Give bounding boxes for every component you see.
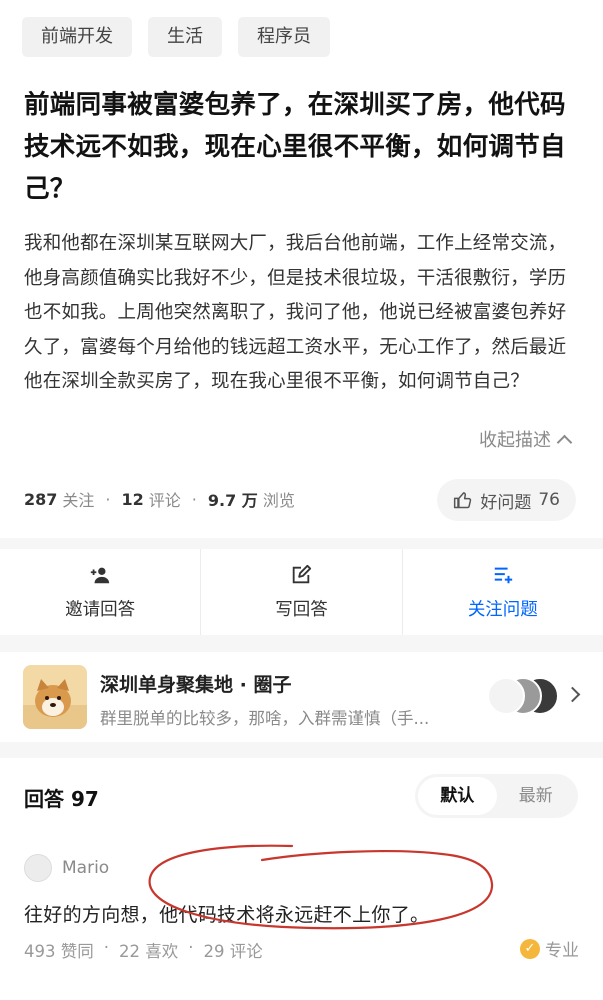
circle-cover-image (23, 665, 87, 729)
question-card: 前端开发 生活 程序员 前端同事被富婆包养了，在深圳买了房，他代码技术远不如我，… (0, 0, 603, 538)
answer-text[interactable]: 往好的方向想，他代码技术将永远赶不上你了。 (24, 900, 429, 927)
circle-name: 深圳单身聚集地 · 圈子 (100, 674, 292, 696)
professional-icon: ✓ (520, 938, 540, 959)
collapse-label: 收起描述 (479, 430, 551, 451)
circle-description: 群里脱单的比较多，那啥，入群需谨慎（手... (100, 709, 430, 728)
topic-tag[interactable]: 生活 (148, 17, 222, 57)
comments-count: 12 (121, 489, 144, 509)
collapse-description-button[interactable]: 收起描述 (479, 426, 573, 452)
answers-section: 回答 97 默认 最新 Mario 往好的方向想，他代码技术将永远赶不上你了。 … (0, 758, 603, 1000)
chevron-right-icon (564, 686, 581, 703)
badge-label: 专业 (545, 941, 579, 961)
answers-count: 回答 97 (24, 787, 99, 811)
sort-default-button[interactable]: 默认 (418, 777, 497, 815)
sort-latest-button[interactable]: 最新 (497, 777, 576, 815)
answer-meta: 493 赞同 · 22 喜欢 · 29 评论 (24, 938, 263, 962)
write-answer-button[interactable]: 写回答 (201, 549, 403, 635)
separator-dot: · (103, 938, 109, 957)
circle-card[interactable]: 深圳单身聚集地 · 圈子 群里脱单的比较多，那啥，入群需谨慎（手... (0, 652, 603, 742)
favorites-count: 22 喜欢 (119, 942, 179, 961)
comments-label: 评论 (148, 491, 181, 510)
topic-tag[interactable]: 程序员 (238, 17, 330, 57)
write-answer-label: 写回答 (275, 599, 328, 620)
answer-author[interactable]: Mario (24, 854, 109, 882)
question-description: 我和他都在深圳某互联网大厂，我后台他前端，工作上经常交流，他身高颜值确实比我好不… (24, 233, 567, 392)
invite-answer-label: 邀请回答 (65, 599, 136, 620)
topic-tags: 前端开发 生活 程序员 (22, 17, 330, 57)
question-stats: 287 关注 · 12 评论 · 9.7 万 浏览 (24, 487, 295, 511)
avatar (24, 854, 52, 882)
edit-icon (293, 564, 312, 583)
separator-dot: · (191, 489, 197, 509)
avatar (487, 677, 525, 715)
question-title: 前端同事被富婆包养了，在深圳买了房，他代码技术远不如我，现在心里很不平衡，如何调… (24, 90, 566, 204)
good-question-label: 好问题 (480, 492, 532, 513)
sort-toggle: 默认 最新 (415, 774, 578, 818)
views-label: 浏览 (262, 491, 295, 510)
follow-question-button[interactable]: 关注问题 (403, 549, 603, 635)
comments-count: 29 评论 (203, 942, 263, 961)
add-user-icon (90, 567, 110, 583)
likes-count: 493 赞同 (24, 942, 94, 961)
topic-tag[interactable]: 前端开发 (22, 17, 132, 57)
chevron-up-icon (556, 434, 573, 450)
member-avatars (487, 677, 559, 717)
separator-dot: · (188, 938, 194, 957)
followers-count: 287 (24, 489, 58, 509)
follow-question-label: 关注问题 (467, 599, 538, 620)
follow-list-icon (494, 567, 512, 583)
good-question-button[interactable]: 好问题 76 (437, 479, 576, 521)
invite-answer-button[interactable]: 邀请回答 (0, 549, 202, 635)
thumbs-up-icon (454, 492, 472, 509)
views-count: 9.7 万 (207, 491, 258, 510)
question-action-bar: 邀请回答 写回答 关注问题 (0, 549, 603, 635)
followers-label: 关注 (62, 491, 95, 510)
professional-badge[interactable]: ✓ 专业 (520, 936, 579, 961)
author-name: Mario (62, 858, 110, 878)
good-question-count: 76 (538, 490, 560, 510)
separator-dot: · (105, 489, 111, 509)
